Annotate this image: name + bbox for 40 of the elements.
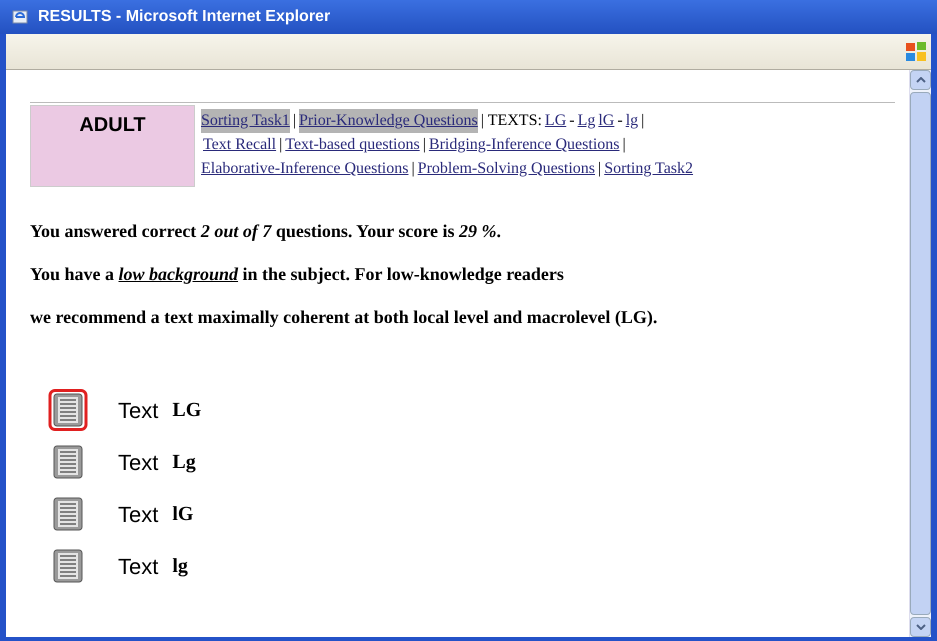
nav-link[interactable]: Elaborative-Inference Questions	[201, 157, 408, 181]
result-paragraph: we recommend a text maximally coherent at both local level and macrolevel (LG).	[30, 306, 658, 329]
text-link[interactable]: Text	[118, 550, 158, 582]
nav-separator: -	[569, 111, 575, 131]
nav-link[interactable]: Sorting Task1	[201, 109, 290, 133]
nav-separator: |	[279, 135, 282, 155]
document-icon[interactable]	[48, 389, 88, 431]
nav-separator: -	[617, 111, 623, 131]
text-version-code: lg	[172, 554, 188, 579]
result-paragraph: You have a low background in the subject. For low-knowledge readers	[30, 263, 565, 286]
nav-link[interactable]: Problem-Solving Questions	[418, 157, 596, 181]
text-link[interactable]: Text	[118, 446, 158, 478]
nav-link[interactable]: Lg	[578, 109, 596, 133]
nav-separator: | TEXTS:	[480, 111, 542, 131]
windows-logo-icon	[905, 40, 927, 62]
text-version-code: LG	[172, 398, 202, 423]
badge-label: ADULT	[79, 113, 146, 138]
browser-icon	[12, 9, 30, 25]
text-link[interactable]: Text	[118, 394, 158, 426]
window-title: RESULTS - Microsoft Internet Explorer	[38, 7, 330, 27]
nav-separator: |	[422, 135, 426, 155]
nav-link[interactable]: Prior-Knowledge Questions	[299, 109, 478, 133]
nav-separator: |	[641, 111, 644, 131]
nav-link[interactable]: Sorting Task2	[604, 157, 694, 181]
nav-separator: |	[411, 159, 415, 179]
nav-link[interactable]: lg	[626, 109, 638, 133]
nav-link[interactable]: LG	[544, 109, 566, 133]
nav-separator: |	[292, 111, 296, 131]
text-version-code: Lg	[172, 450, 196, 475]
scroll-down-button[interactable]	[910, 617, 931, 637]
text-version-code: lG	[172, 502, 194, 527]
nav-separator: |	[598, 159, 602, 179]
result-paragraph: You answered correct 2 out of 7 questions. Your score is 29 %.	[30, 220, 502, 243]
text-link[interactable]: Text	[118, 498, 158, 530]
nav-link[interactable]: Text Recall	[203, 133, 276, 157]
nav-separator: |	[622, 135, 626, 155]
nav-link[interactable]: Bridging-Inference Questions	[428, 133, 620, 157]
nav-link[interactable]: Text-based questions	[285, 133, 420, 157]
nav-link[interactable]: lG	[598, 109, 614, 133]
scroll-up-button[interactable]	[910, 70, 931, 90]
